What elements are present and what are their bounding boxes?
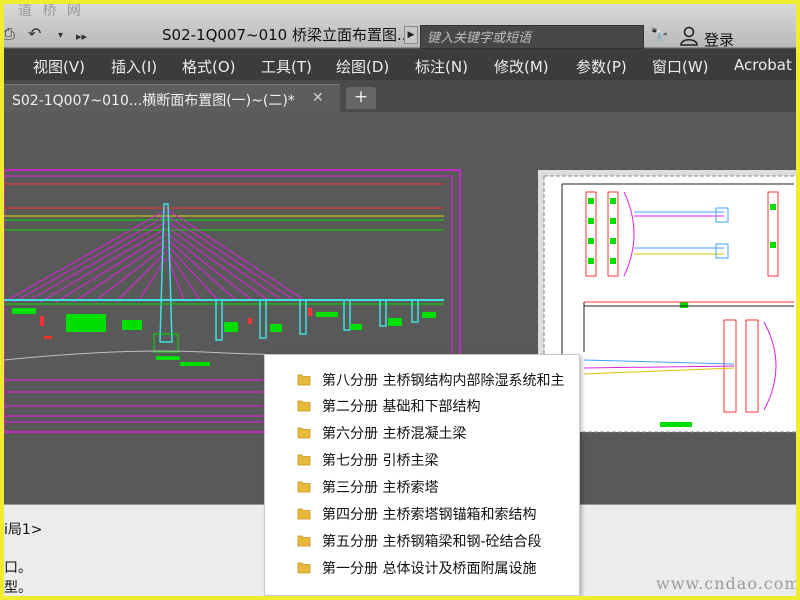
menu-format[interactable]: 格式(O) [182, 56, 236, 77]
folder-item[interactable]: 第六分册 主桥混凝土梁 [297, 420, 579, 446]
folder-icon [297, 400, 311, 412]
watermark-url: www.cndao.com [656, 574, 796, 593]
folder-icon [297, 374, 311, 386]
stay-cables [4, 209, 305, 303]
folder-label: 第八分册 主桥钢结构内部除湿系统和主 [322, 373, 565, 389]
document-tab-bar: S02-1Q007~010...横断面布置图(一)~(二)* ✕ + [4, 80, 796, 112]
title-bar: 道 桥 网 ⎙ ↶ ▾ ▸▸ S02-1Q007~010 桥梁立面布置图... … [4, 4, 796, 50]
menu-view[interactable]: 视图(V) [33, 56, 85, 77]
approach-piers [215, 299, 419, 341]
layout-tab-label[interactable]: i局1> [4, 519, 43, 539]
command-output-line: 口。 [4, 560, 32, 576]
folder-item[interactable]: 第二分册 基础和下部结构 [297, 393, 579, 419]
folder-label: 第五分册 主桥钢箱梁和钢-砼结合段 [322, 534, 542, 550]
folder-label: 第四分册 主桥索塔钢锚箱和索结构 [322, 507, 537, 523]
folder-label: 第二分册 基础和下部结构 [322, 399, 481, 415]
folder-label: 第六分册 主桥混凝土梁 [322, 426, 467, 442]
folder-item[interactable]: 第四分册 主桥索塔钢锚箱和索结构 [297, 501, 579, 527]
login-button[interactable]: 登录 [704, 29, 734, 50]
folder-item[interactable]: 第五分册 主桥钢箱梁和钢-砼结合段 [297, 528, 579, 554]
menu-draw[interactable]: 绘图(D) [336, 56, 389, 77]
folder-icon [297, 535, 311, 547]
menu-acrobat[interactable]: Acrobat [734, 56, 792, 74]
save-icon[interactable]: ⎙ [4, 24, 15, 44]
close-tab-icon[interactable]: ✕ [312, 90, 324, 106]
folder-item[interactable]: 第三分册 主桥索塔 [297, 474, 579, 500]
folder-icon [297, 508, 311, 520]
more-commands-icon[interactable]: ▸▸ [76, 30, 87, 43]
tab-document[interactable]: S02-1Q007~010...横断面布置图(一)~(二)* ✕ [4, 84, 340, 112]
folder-icon [297, 454, 311, 466]
folder-list-popup: 第八分册 主桥钢结构内部除湿系统和主 第二分册 基础和下部结构 第六分册 主桥混… [264, 354, 580, 596]
window-title: S02-1Q007~010 桥梁立面布置图... [162, 26, 412, 44]
binoculars-icon[interactable]: 🔭 [650, 27, 669, 45]
menu-insert[interactable]: 插入(I) [111, 56, 157, 77]
folder-item[interactable]: 第八分册 主桥钢结构内部除湿系统和主 [297, 367, 579, 393]
folder-icon [297, 562, 311, 574]
folder-item[interactable]: 第一分册 总体设计及桥面附属设施 [297, 555, 579, 581]
undo-dropdown-icon[interactable]: ▾ [58, 30, 63, 41]
folder-item[interactable]: 第七分册 引桥主梁 [297, 447, 579, 473]
title-expand-icon[interactable]: ▶ [404, 26, 418, 44]
search-input[interactable] [420, 25, 644, 49]
folder-label: 第一分册 总体设计及桥面附属设施 [322, 561, 537, 577]
pylon-foundation [153, 333, 179, 353]
menu-modify[interactable]: 修改(M) [494, 56, 549, 77]
menu-bar: 视图(V) 插入(I) 格式(O) 工具(T) 绘图(D) 标注(N) 修改(M… [4, 49, 796, 80]
menu-parametric[interactable]: 参数(P) [576, 56, 627, 77]
tab-document-label: S02-1Q007~010...横断面布置图(一)~(二)* [12, 93, 295, 109]
app-window: 道 桥 网 ⎙ ↶ ▾ ▸▸ S02-1Q007~010 桥梁立面布置图... … [4, 4, 796, 596]
new-tab-button[interactable]: + [346, 87, 376, 109]
menu-tools[interactable]: 工具(T) [261, 56, 312, 77]
menu-window[interactable]: 窗口(W) [652, 56, 709, 77]
folder-icon [297, 481, 311, 493]
folder-label: 第三分册 主桥索塔 [322, 480, 439, 496]
user-icon[interactable] [680, 26, 698, 46]
undo-icon[interactable]: ↶ [28, 24, 41, 43]
command-output-line: 型。 [4, 580, 32, 596]
watermark-logo: 道 桥 网 [18, 4, 84, 19]
folder-icon [297, 427, 311, 439]
menu-dimension[interactable]: 标注(N) [415, 56, 468, 77]
folder-label: 第七分册 引桥主梁 [322, 453, 439, 469]
